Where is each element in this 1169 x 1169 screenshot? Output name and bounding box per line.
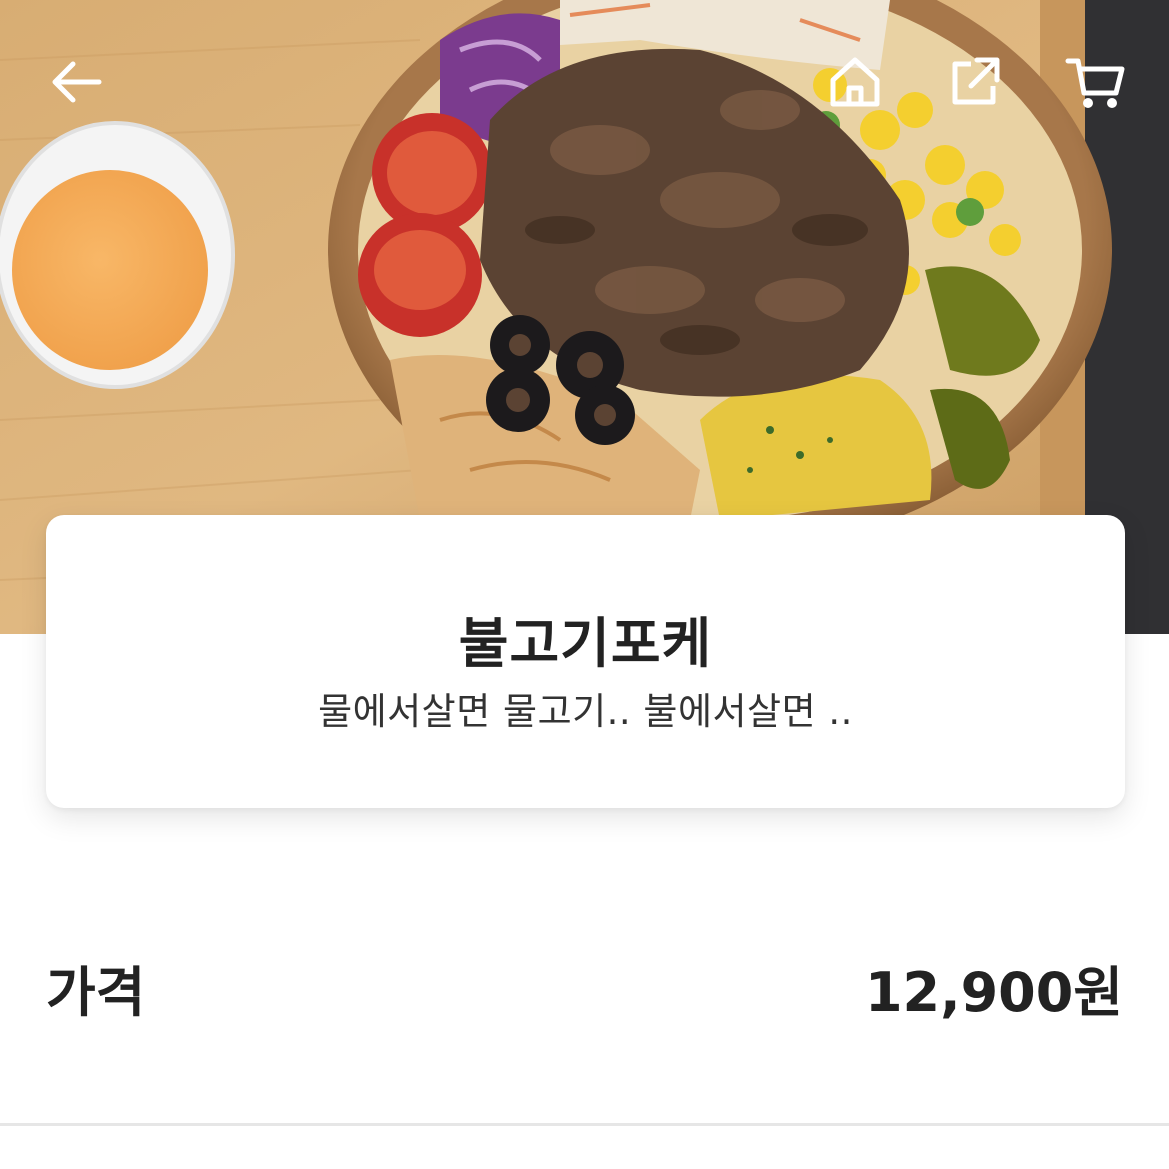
product-name: 불고기포케 <box>458 612 713 675</box>
product-description: 물에서살면 물고기.. 불에서살면 .. <box>318 690 853 733</box>
cart-icon <box>1064 51 1126 113</box>
product-detail-screen: 불고기포케 물에서살면 물고기.. 불에서살면 .. 가격 12,900원 <box>0 0 1169 1169</box>
back-button[interactable] <box>43 50 107 114</box>
home-button[interactable] <box>823 50 887 114</box>
share-icon <box>945 52 1005 112</box>
price-value: 12,900원 <box>864 961 1123 1024</box>
price-row: 가격 12,900원 <box>46 948 1123 1024</box>
share-button[interactable] <box>943 50 1007 114</box>
arrow-left-icon <box>47 54 103 110</box>
price-label: 가격 <box>46 961 146 1024</box>
home-icon <box>825 52 885 112</box>
cart-button[interactable] <box>1063 50 1127 114</box>
product-info-card: 불고기포케 물에서살면 물고기.. 불에서살면 .. <box>46 515 1125 808</box>
section-divider <box>0 1123 1169 1126</box>
